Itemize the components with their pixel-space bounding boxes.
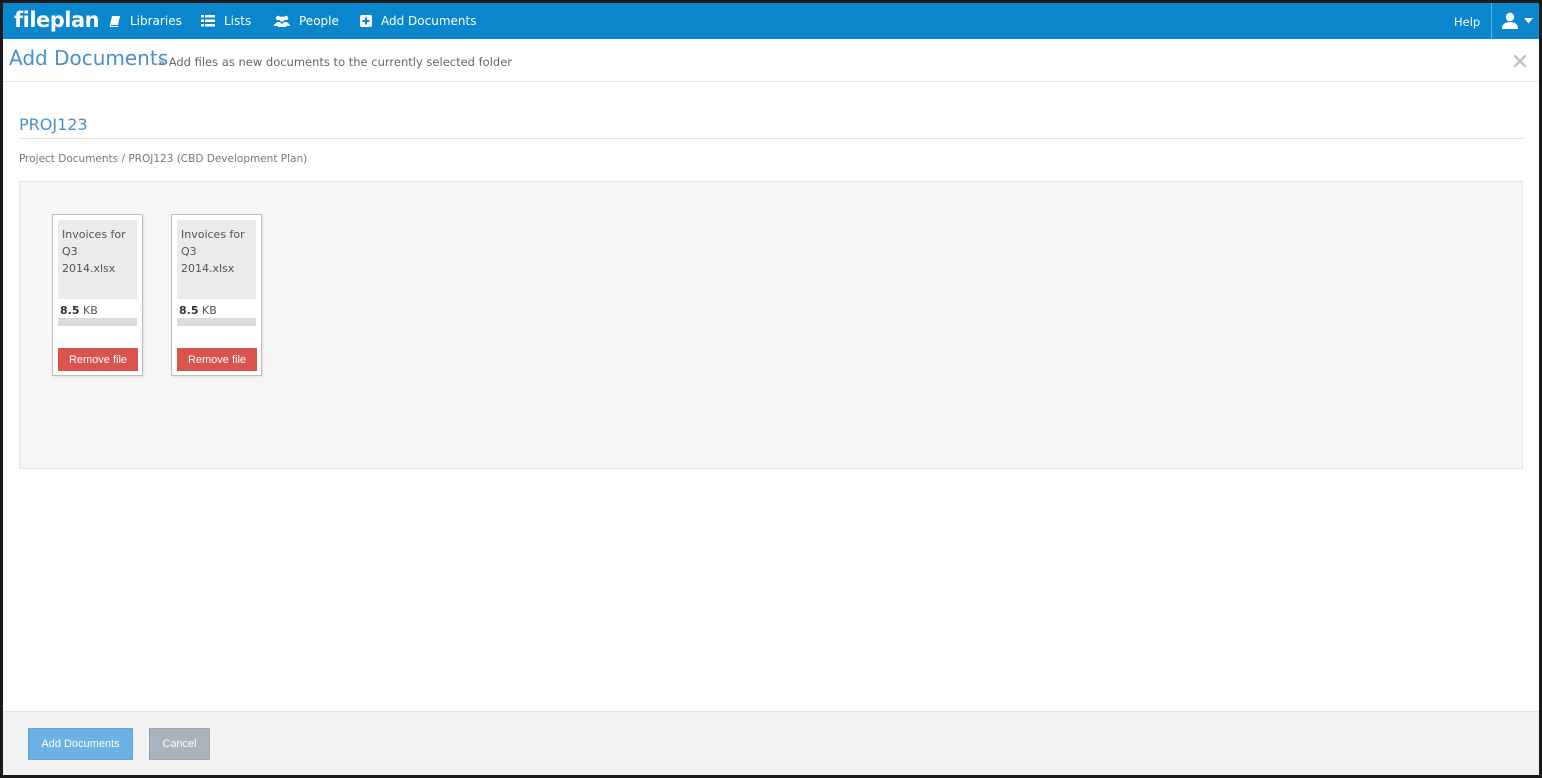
list-icon (201, 15, 215, 27)
folder-title: PROJ123 (19, 115, 88, 134)
file-name: Invoices for Q3 2014.xlsx (58, 220, 137, 299)
help-link[interactable]: Help (1454, 3, 1480, 41)
plus-square-icon (360, 15, 372, 27)
nav-libraries[interactable]: Libraries (109, 3, 182, 39)
file-card: Invoices for Q3 2014.xlsx 8.5 KB Remove … (52, 214, 143, 376)
file-card: Invoices for Q3 2014.xlsx 8.5 KB Remove … (171, 214, 262, 376)
top-navigation-bar: fileplan Libraries Lists People Add Docu… (3, 3, 1539, 39)
file-dropzone[interactable]: Invoices for Q3 2014.xlsx 8.5 KB Remove … (19, 181, 1523, 469)
close-icon[interactable] (1513, 54, 1527, 68)
cancel-button[interactable]: Cancel (149, 728, 210, 760)
file-name: Invoices for Q3 2014.xlsx (177, 220, 256, 299)
file-size-value: 8.5 (179, 304, 199, 317)
nav-lists-label: Lists (224, 14, 252, 28)
fileplan-logo[interactable]: fileplan (14, 7, 100, 33)
user-menu[interactable] (1491, 3, 1539, 39)
people-icon (274, 15, 290, 27)
upload-progress-bar (58, 318, 137, 326)
page-title: Add Documents (9, 46, 169, 70)
page-subtitle: » Add files as new documents to the curr… (158, 55, 513, 69)
file-size-unit: KB (202, 304, 217, 317)
nav-add-documents[interactable]: Add Documents (360, 3, 476, 39)
file-size: 8.5 KB (60, 304, 98, 317)
add-documents-button[interactable]: Add Documents (28, 728, 133, 760)
nav-people[interactable]: People (274, 3, 339, 39)
file-size-value: 8.5 (60, 304, 80, 317)
app-window: fileplan Libraries Lists People Add Docu… (3, 3, 1539, 775)
book-icon (109, 16, 120, 27)
remove-file-button[interactable]: Remove file (177, 348, 257, 371)
user-icon (1502, 12, 1518, 29)
remove-file-button[interactable]: Remove file (58, 348, 138, 371)
breadcrumb: Project Documents / PROJ123 (CBD Develop… (19, 153, 308, 165)
folder-divider (19, 138, 1523, 139)
file-size: 8.5 KB (179, 304, 217, 317)
nav-people-label: People (299, 14, 339, 28)
file-size-unit: KB (83, 304, 98, 317)
nav-libraries-label: Libraries (130, 14, 182, 28)
nav-lists[interactable]: Lists (201, 3, 251, 39)
nav-add-documents-label: Add Documents (381, 14, 477, 28)
page-header: Add Documents » Add files as new documen… (3, 39, 1539, 82)
form-footer: Add Documents Cancel (3, 711, 1539, 775)
caret-down-icon (1524, 18, 1533, 24)
upload-progress-bar (177, 318, 256, 326)
